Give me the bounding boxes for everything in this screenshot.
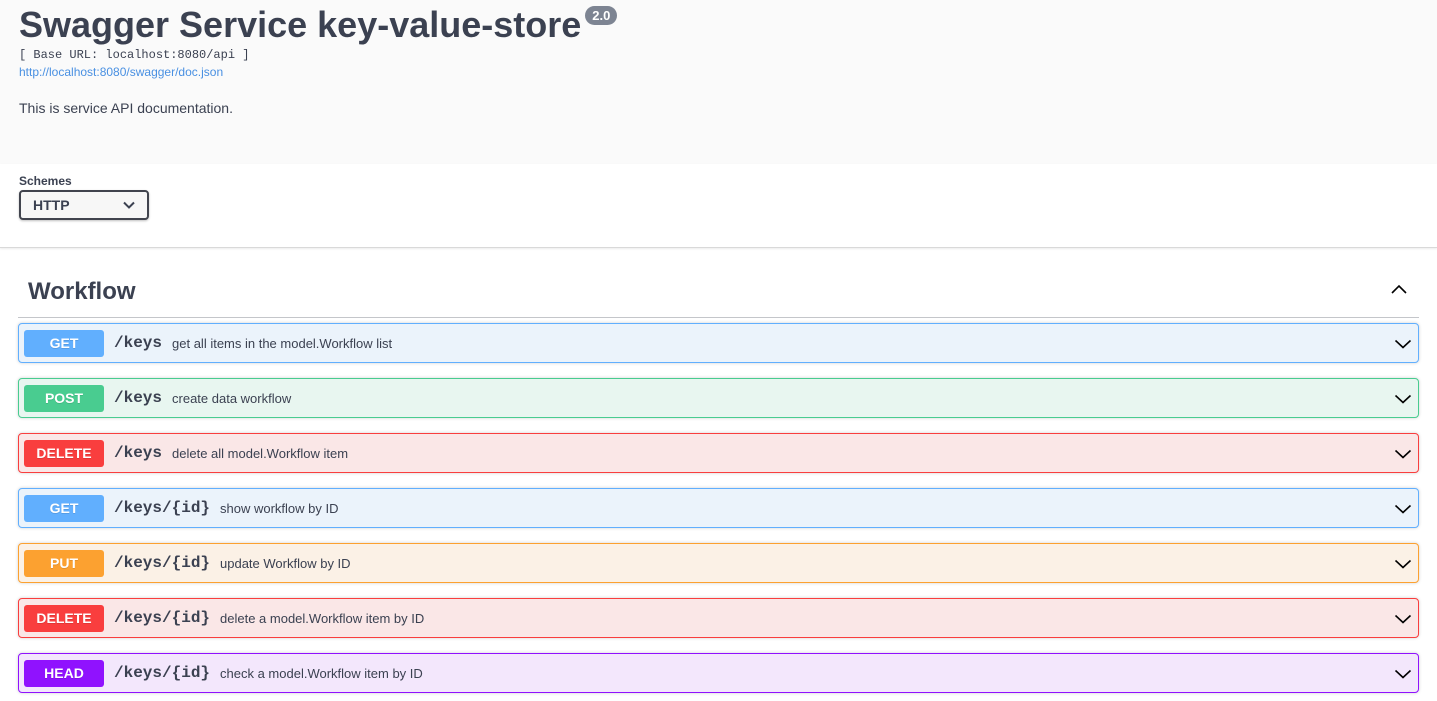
operation-row[interactable]: GET/keys get all items in the model.Workf… xyxy=(18,323,1419,363)
tag-section-workflow: Workflow GET/keys get all items in the mo… xyxy=(0,249,1437,693)
operation-summary: create data workflow xyxy=(172,390,292,406)
operation-path: /keys xyxy=(114,444,163,462)
method-badge: GET xyxy=(24,329,104,357)
schemes-label: Schemes xyxy=(19,174,72,188)
chevron-down-icon[interactable] xyxy=(1394,445,1412,463)
operation-summary: delete a model.Workflow item by ID xyxy=(220,610,425,626)
schemes-selected-value: HTTP xyxy=(33,197,70,213)
info-section: Swagger Service key-value-store 2.0 [ Ba… xyxy=(0,0,1437,164)
schemes-container: Schemes HTTP xyxy=(0,164,1437,248)
operation-path: /keys/{id} xyxy=(114,554,211,572)
operation-path: /keys/{id} xyxy=(114,499,211,517)
method-badge: GET xyxy=(24,494,104,522)
operation-summary: delete all model.Workflow item xyxy=(172,445,349,461)
operation-summary: update Workflow by ID xyxy=(220,555,351,571)
operation-path: /keys xyxy=(114,389,163,407)
operation-row[interactable]: HEAD/keys/{id} check a model.Workflow ite… xyxy=(18,653,1419,693)
version-badge: 2.0 xyxy=(585,6,618,25)
method-badge: HEAD xyxy=(24,659,104,687)
method-badge: DELETE xyxy=(24,439,104,467)
operation-row[interactable]: GET/keys/{id} show workflow by ID xyxy=(18,488,1419,528)
chevron-down-icon[interactable] xyxy=(1394,335,1412,353)
chevron-down-icon[interactable] xyxy=(1394,390,1412,408)
chevron-up-icon[interactable] xyxy=(1389,279,1409,299)
operation-row[interactable]: DELETE/keys delete all model.Workflow ite… xyxy=(18,433,1419,473)
schemes-select[interactable]: HTTP xyxy=(19,190,149,220)
operation-row[interactable]: DELETE/keys/{id} delete a model.Workflow … xyxy=(18,598,1419,638)
method-badge: DELETE xyxy=(24,604,104,632)
operation-path: /keys/{id} xyxy=(114,609,211,627)
method-badge: PUT xyxy=(24,549,104,577)
api-description: This is service API documentation. xyxy=(19,100,233,116)
operation-row[interactable]: POST/keys create data workflow xyxy=(18,378,1419,418)
operation-path: /keys/{id} xyxy=(114,664,211,682)
operation-summary: get all items in the model.Workflow list xyxy=(172,335,393,351)
base-url: [ Base URL: localhost:8080/api ] xyxy=(19,48,250,62)
operation-row[interactable]: PUT/keys/{id} update Workflow by ID xyxy=(18,543,1419,583)
operations-list: GET/keys get all items in the model.Workf… xyxy=(18,323,1419,693)
title-row: Swagger Service key-value-store 2.0 xyxy=(19,0,1418,47)
operation-summary: check a model.Workflow item by ID xyxy=(220,665,423,681)
chevron-down-icon[interactable] xyxy=(1394,500,1412,518)
doc-json-link[interactable]: http://localhost:8080/swagger/doc.json xyxy=(19,64,223,80)
operation-summary: show workflow by ID xyxy=(220,500,339,516)
tag-title: Workflow xyxy=(28,278,136,305)
chevron-down-icon xyxy=(123,201,135,209)
method-badge: POST xyxy=(24,384,104,412)
chevron-down-icon[interactable] xyxy=(1394,665,1412,683)
operation-path: /keys xyxy=(114,334,163,352)
chevron-down-icon[interactable] xyxy=(1394,555,1412,573)
chevron-down-icon[interactable] xyxy=(1394,610,1412,628)
page-title: Swagger Service key-value-store xyxy=(19,4,582,45)
tag-header[interactable]: Workflow xyxy=(18,249,1419,318)
